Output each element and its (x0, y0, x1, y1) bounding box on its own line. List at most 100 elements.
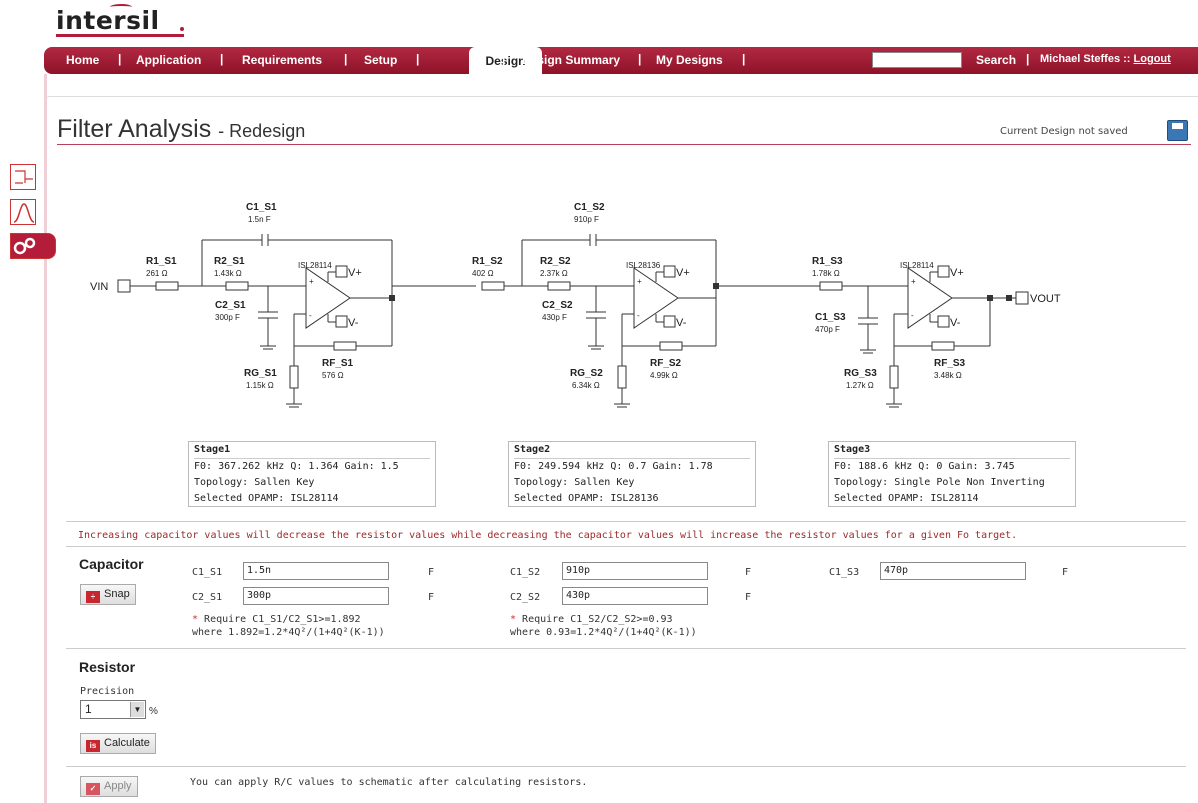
stage1-topology: Topology: Sallen Key (194, 477, 315, 488)
rf-s3-value: 3.48k Ω (934, 371, 962, 380)
apply-label: Apply (104, 780, 132, 792)
c2-s2-label: C2_S2 (542, 300, 573, 311)
capacitor-section-title: Capacitor (79, 556, 144, 572)
rf-s2-label: RF_S2 (650, 358, 682, 369)
c2-s1-input[interactable]: 300p (243, 587, 389, 605)
c2-s2-input[interactable]: 430p (562, 587, 708, 605)
vin-label: VIN (90, 281, 108, 293)
stage3-params: F0: 188.6 kHz Q: 0 Gain: 3.745 (834, 461, 1015, 472)
c1-s3-unit: F (1062, 567, 1069, 578)
rg-s3-value: 1.27k Ω (846, 381, 874, 390)
vminus-s1: V- (348, 317, 359, 329)
c2-s2-field-label: C2_S2 (510, 592, 541, 603)
c1-s1-field-label: C1_S1 (192, 567, 223, 578)
svg-text:+: + (309, 277, 314, 286)
resistor-rf-s2 (659, 341, 683, 351)
resistor-r1-s1 (155, 281, 179, 291)
resistor-r2-s1 (225, 281, 249, 291)
svg-text:-: - (637, 311, 640, 320)
rg-s1-label: RG_S1 (244, 368, 277, 379)
resistor-rg-s2 (617, 365, 627, 389)
calculate-button[interactable]: is Calculate (80, 733, 156, 754)
stage1-requirement-formula: where 1.892=1.2*4Q²/(1+4Q²(K-1)) (192, 627, 385, 638)
r1-s2-value: 402 Ω (472, 269, 494, 278)
calculate-icon: is (86, 740, 100, 752)
opamp-s3-label: ISL28114 (900, 261, 934, 270)
svg-text:+: + (911, 277, 916, 286)
vminus-s3: V- (950, 317, 961, 329)
c1-s1-input[interactable]: 1.5n (243, 562, 389, 580)
divider (66, 766, 1186, 767)
r1-s3-value: 1.78k Ω (812, 269, 840, 278)
stage2-requirement-rule: Require C1_S2/C2_S2>=0.93 (522, 614, 673, 625)
vminus-s2: V- (676, 317, 687, 329)
capacitor-info-text: Increasing capacitor values will decreas… (78, 530, 1018, 541)
svg-text:-: - (309, 311, 312, 320)
vout-label: VOUT (1030, 293, 1061, 305)
stage2-requirement-formula: where 0.93=1.2*4Q²/(1+4Q²(K-1)) (510, 627, 697, 638)
stage2-requirement: * Require C1_S2/C2_S2>=0.93 where 0.93=1… (510, 614, 697, 638)
rf-s1-value: 576 Ω (322, 371, 344, 380)
rf-s2-value: 4.99k Ω (650, 371, 678, 380)
vplus-s3: V+ (950, 267, 964, 279)
rg-s3-label: RG_S3 (844, 368, 877, 379)
divider (66, 648, 1186, 649)
stage1-opamp: Selected OPAMP: ISL28114 (194, 493, 339, 504)
r1-s1-label: R1_S1 (146, 256, 177, 267)
resistor-rg-s1 (289, 365, 299, 389)
vplus-s1: V+ (348, 267, 362, 279)
r1-s1-value: 261 Ω (146, 269, 168, 278)
r2-s2-value: 2.37k Ω (540, 269, 568, 278)
vplus-s2: V+ (676, 267, 690, 279)
c1-s1-label: C1_S1 (246, 202, 277, 213)
chevron-down-icon[interactable]: ▼ (130, 702, 144, 717)
precision-select[interactable]: 1 ▼ (80, 700, 146, 719)
c1-s3-input[interactable]: 470p (880, 562, 1026, 580)
resistor-r1-s2 (481, 281, 505, 291)
resistor-r2-s2 (547, 281, 571, 291)
rf-s1-label: RF_S1 (322, 358, 354, 369)
stage1-info: Stage1 F0: 367.262 kHz Q: 1.364 Gain: 1.… (188, 441, 436, 507)
c1-s2-label: C1_S2 (574, 202, 605, 213)
c2-s1-value: 300p F (215, 313, 240, 322)
checkmark-icon: ✓ (86, 783, 100, 795)
snap-button[interactable]: ÷ Snap (80, 584, 136, 605)
c2-s1-label: C2_S1 (215, 300, 246, 311)
resistor-rg-s3 (889, 365, 899, 389)
stage1-requirement: * Require C1_S1/C2_S1>=1.892 where 1.892… (192, 614, 385, 638)
rf-s3-label: RF_S3 (934, 358, 966, 369)
stage3-topology: Topology: Single Pole Non Inverting (834, 477, 1045, 488)
rg-s1-value: 1.15k Ω (246, 381, 274, 390)
resistor-r1-s3 (819, 281, 843, 291)
r1-s3-label: R1_S3 (812, 256, 843, 267)
snap-label: Snap (104, 588, 130, 600)
stage2-topology: Topology: Sallen Key (514, 477, 635, 488)
apply-note: You can apply R/C values to schematic af… (190, 777, 588, 788)
calculate-label: Calculate (104, 737, 150, 749)
stage2-params: F0: 249.594 kHz Q: 0.7 Gain: 1.78 (514, 461, 713, 472)
c1-s1-value: 1.5n F (248, 215, 271, 224)
svg-text:-: - (911, 311, 914, 320)
resistor-section-title: Resistor (79, 659, 136, 675)
c1-s3-field-label: C1_S3 (829, 567, 860, 578)
c1-s3-label: C1_S3 (815, 312, 846, 323)
apply-button[interactable]: ✓ Apply (80, 776, 138, 797)
resistor-rf-s1 (333, 341, 357, 351)
stage1-params: F0: 367.262 kHz Q: 1.364 Gain: 1.5 (194, 461, 399, 472)
stage3-opamp: Selected OPAMP: ISL28114 (834, 493, 979, 504)
c1-s2-input[interactable]: 910p (562, 562, 708, 580)
vin-port (117, 279, 131, 293)
c2-s1-unit: F (428, 592, 435, 603)
stage1-requirement-rule: Require C1_S1/C2_S1>=1.892 (204, 614, 361, 625)
stage3-title: Stage3 (834, 442, 1070, 459)
filter-schematic: + - + - + - VIN VOUT V+ V- V+ V- V+ V- C1_S… (90, 202, 1061, 408)
c1-s2-value: 910p F (574, 215, 599, 224)
precision-label: Precision (80, 686, 135, 697)
c1-s1-unit: F (428, 567, 435, 578)
opamp-s2-label: ISL28136 (626, 261, 661, 270)
snap-icon: ÷ (86, 591, 100, 603)
stage3-info: Stage3 F0: 188.6 kHz Q: 0 Gain: 3.745 To… (828, 441, 1076, 507)
c1-s2-unit: F (745, 567, 752, 578)
r2-s2-label: R2_S2 (540, 256, 571, 267)
stage2-title: Stage2 (514, 442, 750, 459)
